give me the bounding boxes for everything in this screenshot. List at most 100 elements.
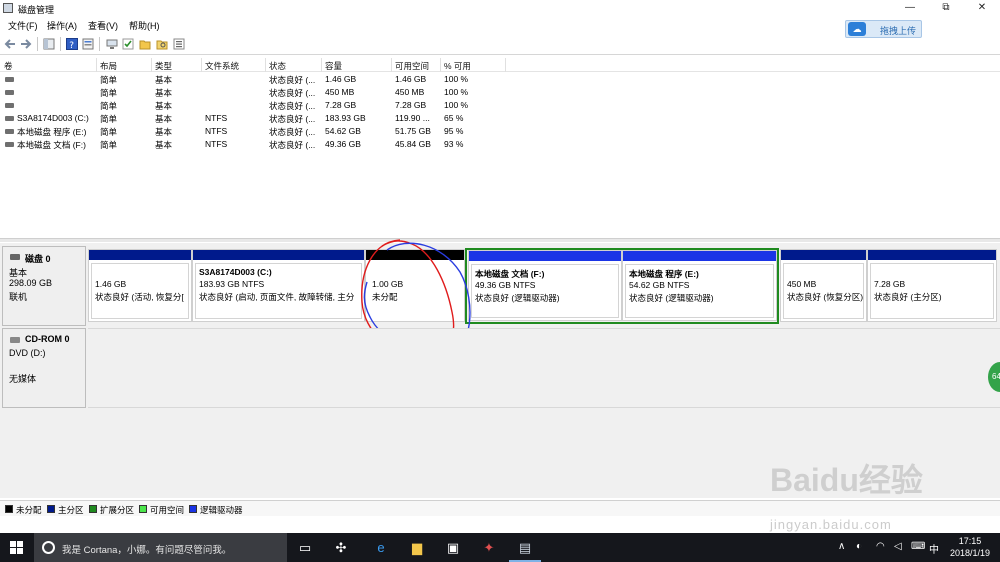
drag-upload-button[interactable]: ☁ 拖拽上传: [845, 20, 922, 38]
cloud-icon: ☁: [848, 22, 866, 36]
keyboard-icon[interactable]: ⌨: [911, 541, 925, 552]
menu-help[interactable]: 帮助(H): [129, 19, 160, 32]
partition-status: 状态良好 (启动, 页面文件, 故障转储, 主分: [199, 292, 355, 302]
column-header-volume[interactable]: 卷: [4, 60, 13, 72]
partition-primary-7gb[interactable]: 7.28 GB 状态良好 (主分区): [867, 249, 997, 322]
fan-app-icon[interactable]: ✣: [331, 538, 351, 558]
partition-color-bar: [193, 250, 364, 260]
connect-icon[interactable]: [106, 38, 118, 50]
legend-primary: 主分区: [58, 505, 84, 515]
menu-view[interactable]: 查看(V): [88, 19, 118, 32]
cdrom-0-area[interactable]: [88, 328, 1000, 408]
legend-swatch-unallocated: [5, 505, 13, 513]
file-explorer-icon[interactable]: ▆: [407, 538, 427, 558]
store-icon[interactable]: ▣: [443, 538, 463, 558]
partition-recovery-2[interactable]: 450 MB 状态良好 (恢复分区): [780, 249, 867, 322]
legend-logical-drive: 逻辑驱动器: [200, 505, 243, 515]
ime-indicator[interactable]: 中: [929, 541, 939, 556]
disk-icon: [10, 254, 20, 260]
volume-free-space: 51.75 GB: [395, 126, 431, 136]
volume-status: 状态良好 (...: [269, 88, 316, 98]
column-divider[interactable]: [391, 58, 392, 72]
wifi-icon[interactable]: ◠: [876, 541, 885, 552]
partition-recovery-1[interactable]: 1.46 GB 状态良好 (活动, 恢复分[: [88, 249, 192, 322]
column-divider[interactable]: [151, 58, 152, 72]
partition-c[interactable]: S3A8174D003 (C:) 183.93 GB NTFS 状态良好 (启动…: [192, 249, 365, 322]
new-folder-icon[interactable]: [139, 38, 151, 50]
column-divider[interactable]: [201, 58, 202, 72]
minimize-button[interactable]: —: [892, 0, 928, 17]
search-folder-icon[interactable]: [156, 38, 168, 50]
column-header-filesystem[interactable]: 文件系统: [205, 60, 239, 72]
task-view-icon[interactable]: ▭: [295, 538, 315, 558]
cdrom-0-title: CD-ROM 0: [25, 334, 70, 344]
column-divider[interactable]: [321, 58, 322, 72]
column-divider[interactable]: [96, 58, 97, 72]
menu-file[interactable]: 文件(F): [8, 19, 38, 32]
legend-bar: 未分配 主分区 扩展分区 可用空间 逻辑驱动器: [0, 500, 1000, 516]
volume-status: 状态良好 (...: [269, 75, 316, 85]
title-bar: 磁盘管理 — ⧉ ✕: [0, 0, 1000, 17]
partition-color-bar: [89, 250, 191, 260]
restore-button[interactable]: ⧉: [928, 0, 964, 17]
windows-start-icon[interactable]: [10, 541, 24, 555]
help-icon[interactable]: ?: [66, 38, 78, 50]
cortana-search-box[interactable]: 我是 Cortana，小娜。有问题尽管问我。: [34, 533, 287, 562]
column-divider[interactable]: [265, 58, 266, 72]
close-button[interactable]: ✕: [964, 0, 1000, 17]
column-header-layout[interactable]: 布局: [100, 60, 117, 72]
column-header-percent-free[interactable]: % 可用: [444, 60, 471, 72]
pane-splitter[interactable]: [0, 238, 1000, 242]
volume-row[interactable]: S3A8174D003 (C:) 简单 基本 NTFS 状态良好 (... 18…: [0, 112, 1000, 125]
volume-type: 基本: [155, 127, 173, 137]
volume-row[interactable]: 简单 基本 状态良好 (... 450 MB 450 MB 100 %: [0, 86, 1000, 99]
toolbar-separator: [60, 37, 61, 51]
column-header-type[interactable]: 类型: [155, 60, 172, 72]
volume-type: 基本: [155, 114, 173, 124]
legend-swatch-logical-drive: [189, 505, 197, 513]
column-header-status[interactable]: 状态: [269, 60, 286, 72]
properties-icon[interactable]: [82, 38, 94, 50]
column-header-free-space[interactable]: 可用空间: [395, 60, 429, 72]
console-tree-icon[interactable]: [43, 38, 55, 50]
baidu-watermark: Baidu经验: [770, 462, 923, 498]
volume-icon[interactable]: ◁: [894, 541, 902, 552]
disk-management-window: 磁盘管理 — ⧉ ✕ 文件(F) 操作(A) 查看(V) 帮助(H) ? ☁ 拖…: [0, 0, 1000, 533]
volume-type: 基本: [155, 140, 173, 150]
tool-app-icon[interactable]: ✦: [479, 538, 499, 558]
svg-text:?: ?: [69, 41, 74, 50]
volume-free-space: 1.46 GB: [395, 74, 427, 84]
system-clock[interactable]: 17:15 2018/1/19: [944, 535, 996, 559]
volume-status: 状态良好 (...: [269, 127, 316, 137]
volume-percent-free: 100 %: [444, 87, 469, 97]
partition-color-bar: [781, 250, 866, 260]
volume-name: 本地磁盘 文档 (F:): [17, 140, 86, 150]
volume-row[interactable]: 简单 基本 状态良好 (... 1.46 GB 1.46 GB 100 %: [0, 73, 1000, 86]
checklist-icon[interactable]: [122, 38, 134, 50]
back-arrow-icon[interactable]: [4, 38, 16, 50]
volume-row[interactable]: 简单 基本 状态良好 (... 7.28 GB 7.28 GB 100 %: [0, 99, 1000, 112]
volume-type: 基本: [155, 101, 173, 111]
volume-name: 本地磁盘 程序 (E:): [17, 127, 87, 137]
cdrom-0-media: 无媒体: [9, 374, 37, 384]
disk-0-label[interactable]: 磁盘 0 基本 298.09 GB 联机: [2, 246, 86, 326]
cdrom-0-label[interactable]: CD-ROM 0 DVD (D:) 无媒体: [2, 328, 86, 408]
tray-app-icon[interactable]: ◐: [856, 541, 862, 552]
column-divider[interactable]: [440, 58, 441, 72]
view-list-icon[interactable]: [173, 38, 185, 50]
menu-action[interactable]: 操作(A): [47, 19, 77, 32]
drive-icon: [5, 142, 14, 147]
volume-layout: 简单: [100, 127, 118, 137]
forward-arrow-icon[interactable]: [20, 38, 32, 50]
edge-browser-icon[interactable]: e: [371, 538, 391, 558]
window-title: 磁盘管理: [18, 5, 55, 15]
partition-color-bar: [868, 250, 996, 260]
tray-chevron-icon[interactable]: ∧: [838, 541, 845, 552]
volume-row[interactable]: 本地磁盘 程序 (E:) 简单 基本 NTFS 状态良好 (... 54.62 …: [0, 125, 1000, 138]
volume-status: 状态良好 (...: [269, 101, 316, 111]
volume-row[interactable]: 本地磁盘 文档 (F:) 简单 基本 NTFS 状态良好 (... 49.36 …: [0, 138, 1000, 151]
disk-management-taskbar-icon[interactable]: ▤: [515, 538, 535, 558]
column-divider[interactable]: [505, 58, 506, 72]
column-header-capacity[interactable]: 容量: [325, 60, 342, 72]
volume-free-space: 7.28 GB: [395, 100, 427, 110]
